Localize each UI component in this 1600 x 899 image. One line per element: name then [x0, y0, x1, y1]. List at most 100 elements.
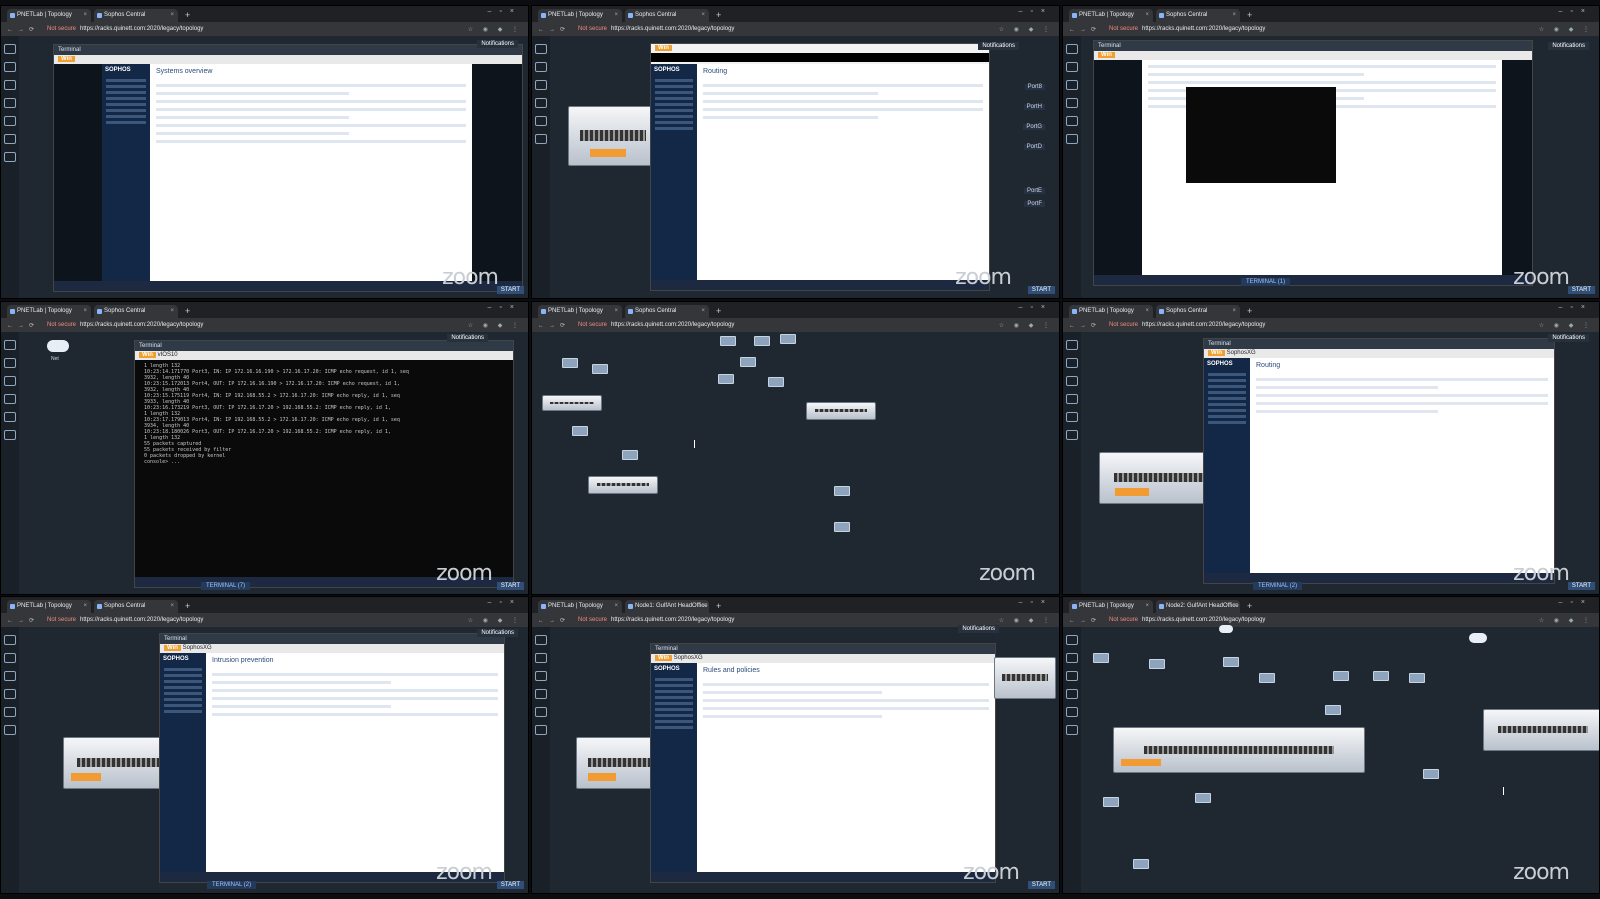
nodes-icon[interactable]	[4, 653, 16, 663]
network-icon[interactable]	[535, 80, 547, 90]
terminal-window[interactable]: Win SOPHOS Routing	[650, 43, 990, 291]
address-bar[interactable]: ←→⟳ Not secure https://racks.quinett.com…	[532, 318, 1059, 332]
window-controls[interactable]: –▫×	[1559, 599, 1593, 606]
add-icon[interactable]	[4, 340, 16, 350]
refresh-icon[interactable]	[535, 707, 547, 717]
add-icon[interactable]	[535, 635, 547, 645]
address-bar[interactable]: ←→⟳ Not secure https://racks.quinett.com…	[532, 22, 1059, 36]
lock-icon[interactable]	[1066, 430, 1078, 440]
windows-taskbar[interactable]	[651, 280, 989, 290]
tab-sophos-central[interactable]: Sophos Central ×	[94, 600, 178, 613]
address-bar[interactable]: ←→⟳ Not secure https://racks.quinett.com…	[1063, 318, 1599, 332]
switch-node[interactable]	[1409, 673, 1425, 683]
participant-tile-5[interactable]: PNETLab | Topology × Sophos Central × + –▫…	[531, 301, 1060, 595]
port-label[interactable]: PortH	[1023, 104, 1045, 110]
switch-node[interactable]	[1223, 657, 1239, 667]
address-bar[interactable]: ←→⟳ Not secure https://racks.quinett.com…	[1, 318, 528, 332]
window-controls[interactable]: –▫×	[488, 304, 522, 311]
browser-toolbar-icons[interactable]: ☆ ◉ ◆ ⋮	[1539, 26, 1593, 33]
win-session-tab[interactable]: Win	[54, 55, 522, 64]
participant-tile-6[interactable]: PNETLab | Topology × Sophos Central × + –▫…	[1062, 301, 1600, 595]
win-session-tab[interactable]: Win vIOS10	[135, 351, 513, 360]
address-bar[interactable]: ←→⟳ Not secure https://racks.quinett.com…	[1063, 22, 1599, 36]
network-icon[interactable]	[1066, 671, 1078, 681]
tab-node2[interactable]: Node2: GulfAnt HeadOffice ×	[1156, 600, 1240, 613]
url-text[interactable]: https://racks.quinett.com:2020/legacy/to…	[80, 322, 203, 328]
url-text[interactable]: https://racks.quinett.com:2020/legacy/to…	[611, 322, 734, 328]
switch-node[interactable]	[1259, 673, 1275, 683]
window-controls[interactable]: –▫×	[1559, 304, 1593, 311]
add-icon[interactable]	[4, 635, 16, 645]
nodes-icon[interactable]	[4, 358, 16, 368]
participant-tile-1[interactable]: PNETLab | Topology × Sophos Central × + –▫…	[0, 5, 529, 299]
firewall-node[interactable]	[806, 402, 876, 420]
window-controls[interactable]: –▫×	[488, 8, 522, 15]
power-icon[interactable]	[4, 152, 16, 162]
url-text[interactable]: https://racks.quinett.com:2020/legacy/to…	[611, 617, 734, 623]
add-icon[interactable]	[1066, 44, 1078, 54]
window-controls[interactable]: –▫×	[1019, 599, 1053, 606]
port-label[interactable]: PortG	[1023, 124, 1045, 130]
tab-topology[interactable]: PNETLab | Topology ×	[1069, 600, 1153, 613]
url-text[interactable]: https://racks.quinett.com:2020/legacy/to…	[1142, 26, 1265, 32]
sophos-appliance-image[interactable]	[1483, 709, 1599, 751]
switch-node[interactable]	[592, 364, 608, 374]
new-tab-button[interactable]: +	[716, 304, 721, 318]
switch-node[interactable]	[834, 486, 850, 496]
browser-toolbar-icons[interactable]: ☆ ◉ ◆ ⋮	[999, 617, 1053, 624]
cloud-icon[interactable]	[1219, 625, 1233, 633]
browser-toolbar-icons[interactable]: ☆ ◉ ◆ ⋮	[1539, 617, 1593, 624]
tab-topology[interactable]: PNETLab | Topology ×	[1069, 9, 1153, 22]
window-controls[interactable]: –▫×	[1019, 304, 1053, 311]
cloud-icon[interactable]	[47, 340, 69, 352]
switch-node[interactable]	[1103, 797, 1119, 807]
terminal-window[interactable]: Terminal Win SophosXG SOPHOS Rules and p…	[650, 643, 996, 883]
new-tab-button[interactable]: +	[1247, 8, 1252, 22]
terminal-counter[interactable]: TERMINAL (1)	[1241, 278, 1291, 286]
win-session-tab[interactable]: Win SophosXG	[651, 654, 995, 663]
tab-sophos-central[interactable]: Sophos Central ×	[1156, 305, 1240, 318]
console-popup[interactable]	[1186, 87, 1336, 183]
port-label[interactable]: PortE	[1023, 188, 1045, 194]
url-text[interactable]: https://racks.quinett.com:2020/legacy/to…	[1142, 617, 1265, 623]
browser-toolbar-icons[interactable]: ☆ ◉ ◆ ⋮	[468, 26, 522, 33]
switch-node[interactable]	[780, 334, 796, 344]
new-tab-button[interactable]: +	[1247, 304, 1252, 318]
tab-topology[interactable]: PNETLab | Topology ×	[538, 600, 622, 613]
new-tab-button[interactable]: +	[185, 304, 190, 318]
picture-icon[interactable]	[1066, 394, 1078, 404]
refresh-icon[interactable]	[4, 116, 16, 126]
lock-icon[interactable]	[4, 725, 16, 735]
terminal-output[interactable]: 1 length 132 10:23:14.171770 Port3, IN: …	[135, 360, 513, 577]
browser-toolbar-icons[interactable]: ☆ ◉ ◆ ⋮	[999, 26, 1053, 33]
notifications-button[interactable]: Notifications	[958, 625, 999, 633]
nodes-icon[interactable]	[535, 62, 547, 72]
address-bar[interactable]: ←→⟳ Not secure https://racks.quinett.com…	[1, 22, 528, 36]
tab-sophos-central[interactable]: Sophos Central ×	[625, 9, 709, 22]
nodes-icon[interactable]	[1066, 62, 1078, 72]
tab-topology[interactable]: PNETLab | Topology ×	[538, 305, 622, 318]
picture-icon[interactable]	[4, 689, 16, 699]
address-bar[interactable]: ←→⟳ Not secure https://racks.quinett.com…	[1063, 613, 1599, 627]
start-button[interactable]: START	[496, 286, 524, 294]
lock-icon[interactable]	[4, 134, 16, 144]
window-controls[interactable]: –▫×	[488, 599, 522, 606]
browser-toolbar-icons[interactable]: ☆ ◉ ◆ ⋮	[468, 322, 522, 329]
notifications-button[interactable]: Notifications	[978, 42, 1019, 50]
participant-tile-3[interactable]: PNETLab | Topology × Sophos Central × + –▫…	[1062, 5, 1600, 299]
tab-sophos-central[interactable]: Sophos Central ×	[625, 305, 709, 318]
switch-node[interactable]	[834, 522, 850, 532]
switch-node[interactable]	[1423, 769, 1439, 779]
switch-node[interactable]	[1333, 671, 1349, 681]
network-icon[interactable]	[4, 80, 16, 90]
firewall-node[interactable]	[588, 476, 658, 494]
add-icon[interactable]	[4, 44, 16, 54]
refresh-icon[interactable]	[4, 412, 16, 422]
add-icon[interactable]	[1066, 340, 1078, 350]
participant-tile-9[interactable]: PNETLab | Topology × Node2: GulfAnt HeadO…	[1062, 596, 1600, 894]
refresh-icon[interactable]	[1066, 116, 1078, 126]
switch-node[interactable]	[1195, 793, 1211, 803]
switch-node[interactable]	[720, 336, 736, 346]
browser-toolbar-icons[interactable]: ☆ ◉ ◆ ⋮	[468, 617, 522, 624]
picture-icon[interactable]	[535, 689, 547, 699]
